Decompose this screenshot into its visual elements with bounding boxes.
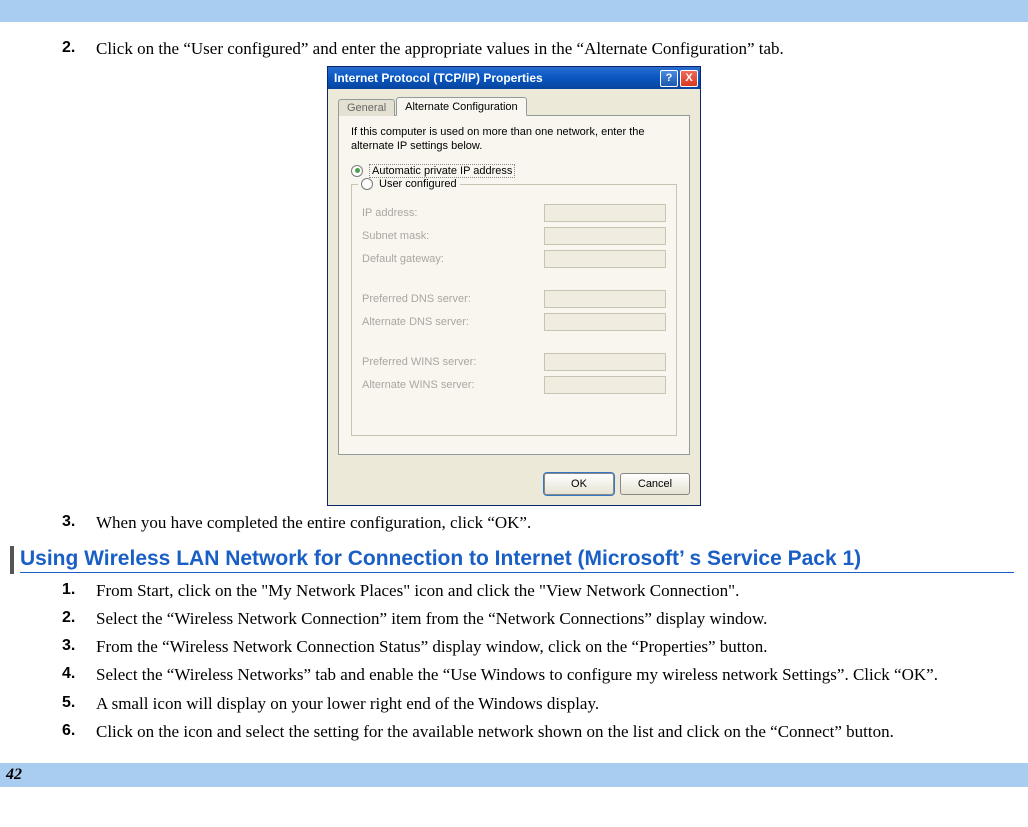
step-number: 2. xyxy=(62,38,96,60)
list-item: 3. When you have completed the entire co… xyxy=(62,512,1018,534)
field-subnet-mask: Subnet mask: xyxy=(362,227,666,245)
list-item: 5. A small icon will display on your low… xyxy=(62,693,1018,715)
section-heading: Using Wireless LAN Network for Connectio… xyxy=(10,546,1018,574)
heading-text: Using Wireless LAN Network for Connectio… xyxy=(20,547,1014,573)
step-text: A small icon will display on your lower … xyxy=(96,693,1018,715)
page-number: 42 xyxy=(0,766,22,784)
step-number: 1. xyxy=(62,580,96,602)
list-item: 1. From Start, click on the "My Network … xyxy=(62,580,1018,602)
default-gateway-input[interactable] xyxy=(544,250,666,268)
radio-icon xyxy=(351,165,363,177)
tab-label: Alternate Configuration xyxy=(405,101,518,113)
field-alternate-wins: Alternate WINS server: xyxy=(362,376,666,394)
field-alternate-dns: Alternate DNS server: xyxy=(362,313,666,331)
field-label: IP address: xyxy=(362,207,544,219)
step-number: 3. xyxy=(62,512,96,534)
tab-label: General xyxy=(347,102,386,114)
page-top-bar xyxy=(0,0,1028,22)
field-preferred-wins: Preferred WINS server: xyxy=(362,353,666,371)
dialog-body: General Alternate Configuration If this … xyxy=(328,89,700,465)
field-label: Default gateway: xyxy=(362,253,544,265)
field-default-gateway: Default gateway: xyxy=(362,250,666,268)
dialog-button-row: OK Cancel xyxy=(328,465,700,505)
page-content: 2. Click on the “User configured” and en… xyxy=(0,22,1028,743)
cancel-button[interactable]: Cancel xyxy=(620,473,690,495)
step-text: From the “Wireless Network Connection St… xyxy=(96,636,1018,658)
step-text: Click on the “User configured” and enter… xyxy=(96,38,1018,60)
list-item: 2. Select the “Wireless Network Connecti… xyxy=(62,608,1018,630)
page-bottom-bar: 42 xyxy=(0,763,1028,787)
radio-icon xyxy=(361,178,373,190)
preferred-wins-input[interactable] xyxy=(544,353,666,371)
step-text: Select the “Wireless Networks” tab and e… xyxy=(96,664,1018,686)
list-item: 3. From the “Wireless Network Connection… xyxy=(62,636,1018,658)
step-number: 2. xyxy=(62,608,96,630)
step-number: 3. xyxy=(62,636,96,658)
list-item: 2. Click on the “User configured” and en… xyxy=(62,38,1018,60)
field-label: Preferred DNS server: xyxy=(362,293,544,305)
step-number: 5. xyxy=(62,693,96,715)
tab-general[interactable]: General xyxy=(338,99,395,116)
step-text: From Start, click on the "My Network Pla… xyxy=(96,580,1018,602)
step-text: When you have completed the entire confi… xyxy=(96,512,1018,534)
close-button[interactable]: X xyxy=(680,70,698,87)
field-label: Alternate DNS server: xyxy=(362,316,544,328)
tab-panel: If this computer is used on more than on… xyxy=(338,115,690,455)
dialog-screenshot: Internet Protocol (TCP/IP) Properties ? … xyxy=(10,66,1018,506)
close-icon: X xyxy=(685,72,692,84)
tab-strip: General Alternate Configuration xyxy=(338,97,690,116)
list-item: 6. Click on the icon and select the sett… xyxy=(62,721,1018,743)
field-ip-address: IP address: xyxy=(362,204,666,222)
radio-user-configured[interactable]: User configured xyxy=(358,178,460,190)
step-text: Click on the icon and select the setting… xyxy=(96,721,1018,743)
ip-address-input[interactable] xyxy=(544,204,666,222)
step-text: Select the “Wireless Network Connection”… xyxy=(96,608,1018,630)
help-button[interactable]: ? xyxy=(660,70,678,87)
alternate-dns-input[interactable] xyxy=(544,313,666,331)
user-configured-group: User configured IP address: Subnet mask:… xyxy=(351,184,677,436)
radio-label: User configured xyxy=(379,178,457,190)
radio-label: Automatic private IP address xyxy=(369,164,515,178)
help-icon: ? xyxy=(666,72,673,84)
field-label: Subnet mask: xyxy=(362,230,544,242)
alternate-wins-input[interactable] xyxy=(544,376,666,394)
dialog-titlebar: Internet Protocol (TCP/IP) Properties ? … xyxy=(328,67,700,89)
button-label: OK xyxy=(571,478,587,490)
ok-button[interactable]: OK xyxy=(544,473,614,495)
tab-instruction: If this computer is used on more than on… xyxy=(351,126,677,154)
tcpip-properties-dialog: Internet Protocol (TCP/IP) Properties ? … xyxy=(327,66,701,506)
list-item: 4. Select the “Wireless Networks” tab an… xyxy=(62,664,1018,686)
radio-automatic-private-ip[interactable]: Automatic private IP address xyxy=(351,164,677,178)
field-label: Preferred WINS server: xyxy=(362,356,544,368)
subnet-mask-input[interactable] xyxy=(544,227,666,245)
button-label: Cancel xyxy=(638,478,672,490)
step-number: 4. xyxy=(62,664,96,686)
preferred-dns-input[interactable] xyxy=(544,290,666,308)
field-label: Alternate WINS server: xyxy=(362,379,544,391)
field-preferred-dns: Preferred DNS server: xyxy=(362,290,666,308)
dialog-title: Internet Protocol (TCP/IP) Properties xyxy=(334,71,658,85)
tab-alternate-configuration[interactable]: Alternate Configuration xyxy=(396,97,527,116)
step-number: 6. xyxy=(62,721,96,743)
